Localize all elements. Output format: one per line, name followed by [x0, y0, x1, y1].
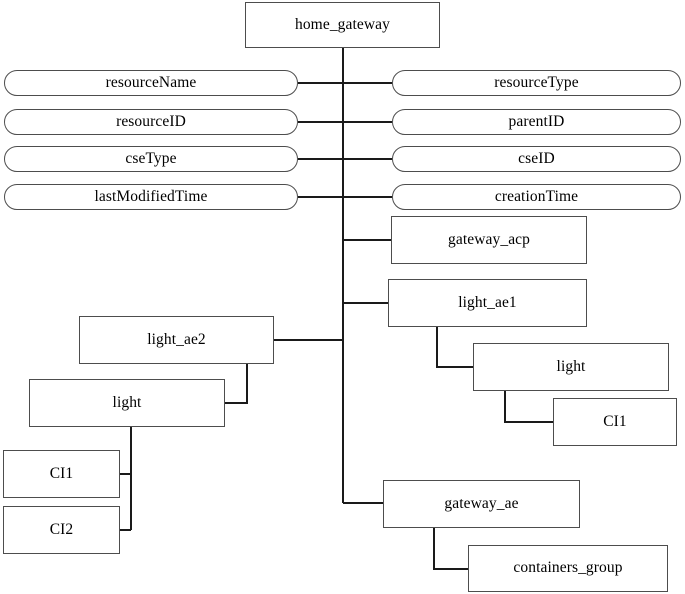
- node-light-ae2[interactable]: light_ae2: [79, 316, 274, 364]
- node-label: light: [112, 393, 142, 411]
- connector-light-ci1-right: [504, 391, 553, 423]
- node-attr-cse-type[interactable]: cseType: [4, 146, 298, 172]
- node-gateway-acp[interactable]: gateway_acp: [391, 216, 587, 264]
- node-label: light: [556, 357, 586, 375]
- node-attr-parent-id[interactable]: parentID: [392, 109, 681, 135]
- node-label: parentID: [508, 112, 565, 130]
- node-label: light_ae2: [147, 330, 206, 348]
- connector-light-ae1-light: [436, 327, 473, 368]
- node-label: cseType: [125, 149, 177, 167]
- node-label: cseID: [518, 149, 555, 167]
- node-home-gateway[interactable]: home_gateway: [245, 2, 440, 48]
- node-label: gateway_ae: [444, 494, 519, 512]
- connector-light-ae2-light: [225, 364, 248, 404]
- node-light-left[interactable]: light: [29, 379, 225, 427]
- node-attr-resource-type[interactable]: resourceType: [392, 70, 681, 96]
- node-attr-last-modified-time[interactable]: lastModifiedTime: [4, 184, 298, 210]
- node-gateway-ae[interactable]: gateway_ae: [383, 480, 580, 528]
- node-label: resourceName: [105, 73, 197, 91]
- node-ci1-left[interactable]: CI1: [3, 450, 120, 498]
- node-label: lastModifiedTime: [94, 187, 208, 205]
- node-label: home_gateway: [294, 15, 391, 33]
- node-attr-cse-id[interactable]: cseID: [392, 146, 681, 172]
- node-label: light_ae1: [458, 293, 517, 311]
- node-label: CI1: [603, 412, 627, 430]
- resource-tree-diagram: home_gateway resourceName resourceID cse…: [0, 0, 685, 594]
- node-light-right[interactable]: light: [473, 343, 669, 391]
- node-label: resourceID: [116, 112, 186, 130]
- node-attr-resource-name[interactable]: resourceName: [4, 70, 298, 96]
- node-label: CI1: [49, 464, 74, 482]
- connector-containers-group: [433, 528, 468, 570]
- node-attr-resource-id[interactable]: resourceID: [4, 109, 298, 135]
- node-label: containers_group: [513, 559, 623, 577]
- node-label: gateway_acp: [448, 230, 530, 248]
- node-containers-group[interactable]: containers_group: [468, 545, 668, 592]
- node-label: creationTime: [494, 187, 579, 205]
- node-ci2-left[interactable]: CI2: [3, 506, 120, 554]
- node-ci1-right[interactable]: CI1: [553, 398, 677, 446]
- node-label: CI2: [49, 520, 74, 538]
- node-label: resourceType: [494, 73, 579, 91]
- node-attr-creation-time[interactable]: creationTime: [392, 184, 681, 210]
- node-light-ae1[interactable]: light_ae1: [388, 279, 587, 327]
